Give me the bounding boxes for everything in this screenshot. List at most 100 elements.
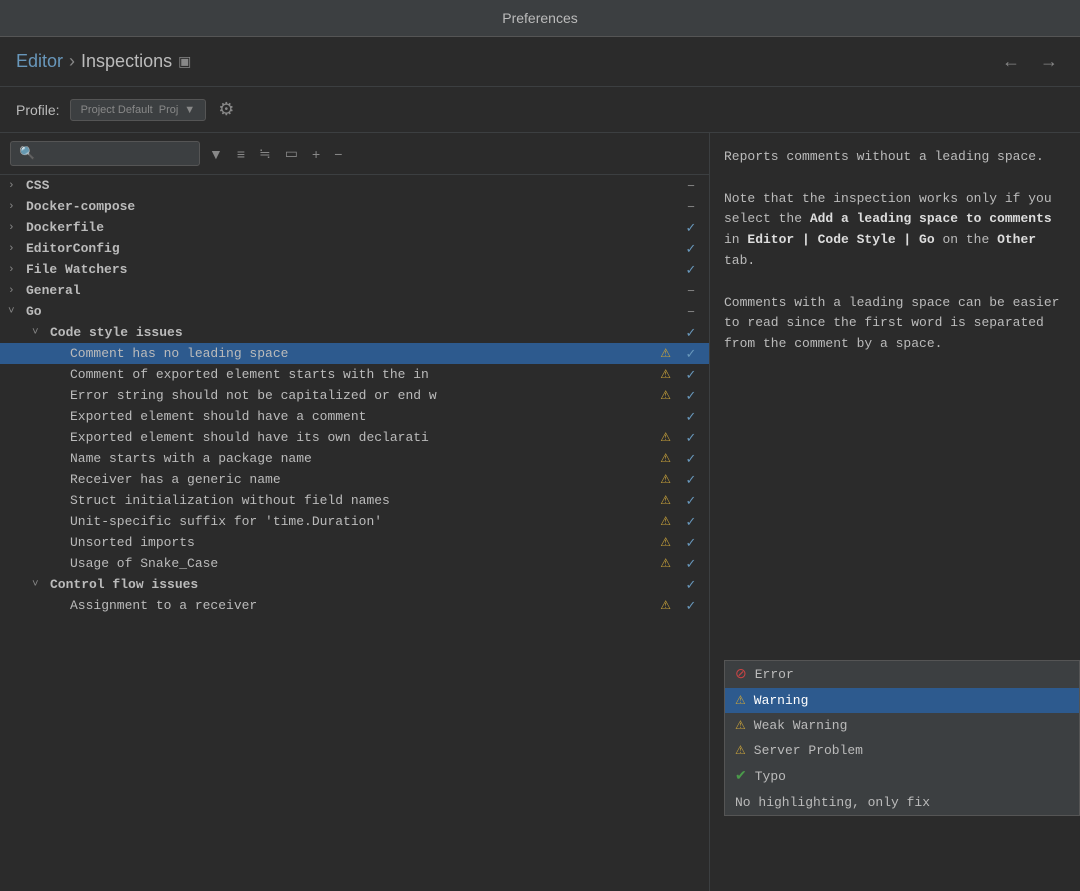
dropdown-item-weak-warning[interactable]: ⚠ Weak Warning: [725, 713, 1079, 738]
description-text: Reports comments without a leading space…: [724, 147, 1066, 355]
checkbox[interactable]: ✓: [681, 473, 701, 487]
breadcrumb-editor[interactable]: Editor: [16, 51, 63, 72]
checkbox[interactable]: ✓: [681, 431, 701, 445]
severity-area: Severity: ⚠ Weak W ▼ ▼ ⊘ Error ⚠ Warning: [724, 782, 1080, 811]
filter-button[interactable]: ▼: [204, 143, 228, 165]
item-label: File Watchers: [26, 262, 677, 277]
forward-button[interactable]: →: [1034, 49, 1064, 74]
tree-item-unsorted-imports[interactable]: Unsorted imports ⚠ ✓: [0, 532, 709, 553]
error-icon: ⊘: [735, 666, 747, 683]
tree-item-comment-exported[interactable]: Comment of exported element starts with …: [0, 364, 709, 385]
checkbox[interactable]: ✓: [681, 536, 701, 550]
dropdown-item-error[interactable]: ⊘ Error: [725, 661, 1079, 688]
desc-para1: Reports comments without a leading space…: [724, 147, 1066, 168]
checkbox-dockerfile[interactable]: ✓: [681, 221, 701, 235]
item-label: Struct initialization without field name…: [70, 493, 660, 508]
tree-item-general[interactable]: › General −: [0, 280, 709, 301]
tree-item-dockerfile[interactable]: › Dockerfile ✓: [0, 217, 709, 238]
typo-icon: ✔: [735, 768, 747, 785]
item-label: Comment of exported element starts with …: [70, 367, 660, 382]
item-label: Docker-compose: [26, 199, 677, 214]
item-label: Unit-specific suffix for 'time.Duration': [70, 514, 660, 529]
checkbox-docker-compose[interactable]: −: [681, 200, 701, 214]
warning-icon: ⚠: [660, 451, 671, 466]
tree-item-name-starts[interactable]: Name starts with a package name ⚠ ✓: [0, 448, 709, 469]
back-button[interactable]: ←: [996, 49, 1026, 74]
collapse-all-button[interactable]: ≒: [254, 142, 276, 165]
checkbox-control-flow[interactable]: ✓: [681, 578, 701, 592]
checkbox[interactable]: ✓: [681, 368, 701, 382]
tree-item-error-string[interactable]: Error string should not be capitalized o…: [0, 385, 709, 406]
expand-icon: ›: [8, 243, 22, 255]
tree-item-editorconfig[interactable]: › EditorConfig ✓: [0, 238, 709, 259]
collapse-box-button[interactable]: ▭: [280, 142, 303, 165]
dropdown-item-no-highlighting[interactable]: No highlighting, only fix: [725, 790, 1079, 815]
remove-button[interactable]: −: [329, 143, 347, 165]
window-title: Preferences: [502, 10, 577, 26]
warning-icon: ⚠: [660, 535, 671, 550]
checkbox[interactable]: ✓: [681, 452, 701, 466]
gear-button[interactable]: ⚙: [216, 97, 236, 122]
checkbox-editorconfig[interactable]: ✓: [681, 242, 701, 256]
checkbox[interactable]: ✓: [681, 494, 701, 508]
tree-item-code-style-issues[interactable]: ˅ Code style issues ✓: [0, 322, 709, 343]
tree-item-docker-compose[interactable]: › Docker-compose −: [0, 196, 709, 217]
desc-para2: Note that the inspection works only if y…: [724, 189, 1066, 272]
dropdown-item-typo[interactable]: ✔ Typo: [725, 763, 1079, 790]
search-input[interactable]: [10, 141, 200, 166]
checkbox-go[interactable]: −: [681, 305, 701, 319]
checkbox-css[interactable]: −: [681, 179, 701, 193]
expand-icon: ›: [8, 285, 22, 297]
expand-icon: ˅: [8, 306, 22, 318]
warning-icon: ⚠: [660, 388, 671, 403]
tree-item-receiver-generic[interactable]: Receiver has a generic name ⚠ ✓: [0, 469, 709, 490]
checkbox-file-watchers[interactable]: ✓: [681, 263, 701, 277]
breadcrumb-separator: ›: [69, 51, 75, 72]
tree-item-snake-case[interactable]: Usage of Snake_Case ⚠ ✓: [0, 553, 709, 574]
checkbox[interactable]: ✓: [681, 599, 701, 613]
item-label: Comment has no leading space: [70, 346, 660, 361]
item-label: EditorConfig: [26, 241, 677, 256]
add-button[interactable]: +: [307, 143, 325, 165]
inspections-tree: › CSS − › Docker-compose − › Dockerfile …: [0, 175, 709, 891]
tree-item-control-flow[interactable]: ˅ Control flow issues ✓: [0, 574, 709, 595]
checkbox[interactable]: ✓: [681, 410, 701, 424]
tree-item-file-watchers[interactable]: › File Watchers ✓: [0, 259, 709, 280]
tree-item-assignment-receiver[interactable]: Assignment to a receiver ⚠ ✓: [0, 595, 709, 616]
checkbox[interactable]: ✓: [681, 557, 701, 571]
main-layout: ▼ ≡ ≒ ▭ + − › CSS − › Docker-compose −: [0, 133, 1080, 891]
profile-tag: Proj: [159, 104, 179, 116]
item-label: Usage of Snake_Case: [70, 556, 660, 571]
dropdown-item-warning[interactable]: ⚠ Warning: [725, 688, 1079, 713]
tree-item-exported-own[interactable]: Exported element should have its own dec…: [0, 427, 709, 448]
dropdown-item-server-problem[interactable]: ⚠ Server Problem: [725, 738, 1079, 763]
warning-icon: ⚠: [660, 598, 671, 613]
desc-para3: Comments with a leading space can be eas…: [724, 293, 1066, 355]
warning-icon: ⚠: [660, 556, 671, 571]
tree-item-exported-comment[interactable]: Exported element should have a comment ✓: [0, 406, 709, 427]
weak-warning-icon: ⚠: [735, 718, 746, 733]
tree-item-comment-no-leading[interactable]: Comment has no leading space ⚠ ✓: [0, 343, 709, 364]
checkbox-code-style-issues[interactable]: ✓: [681, 326, 701, 340]
breadcrumb-inspections: Inspections: [81, 51, 172, 72]
tree-item-unit-suffix[interactable]: Unit-specific suffix for 'time.Duration'…: [0, 511, 709, 532]
right-panel: Reports comments without a leading space…: [710, 133, 1080, 891]
dropdown-warning-label: Warning: [754, 693, 809, 708]
tree-item-struct-init[interactable]: Struct initialization without field name…: [0, 490, 709, 511]
expand-icon: ›: [8, 180, 22, 192]
profile-dropdown[interactable]: Project Default Proj ▼: [70, 99, 207, 121]
expand-all-button[interactable]: ≡: [232, 143, 250, 165]
desc-para2-mid: in: [724, 232, 747, 247]
expand-icon: ›: [8, 222, 22, 234]
checkbox[interactable]: ✓: [681, 389, 701, 403]
profile-label: Profile:: [16, 102, 60, 118]
warning-icon: ⚠: [660, 472, 671, 487]
item-label: Name starts with a package name: [70, 451, 660, 466]
checkbox[interactable]: ✓: [681, 347, 701, 361]
tree-item-go[interactable]: ˅ Go −: [0, 301, 709, 322]
profile-arrow-icon: ▼: [184, 104, 195, 116]
checkbox[interactable]: ✓: [681, 515, 701, 529]
checkbox-general[interactable]: −: [681, 284, 701, 298]
tree-item-css[interactable]: › CSS −: [0, 175, 709, 196]
desc-para2-end: on the: [935, 232, 997, 247]
